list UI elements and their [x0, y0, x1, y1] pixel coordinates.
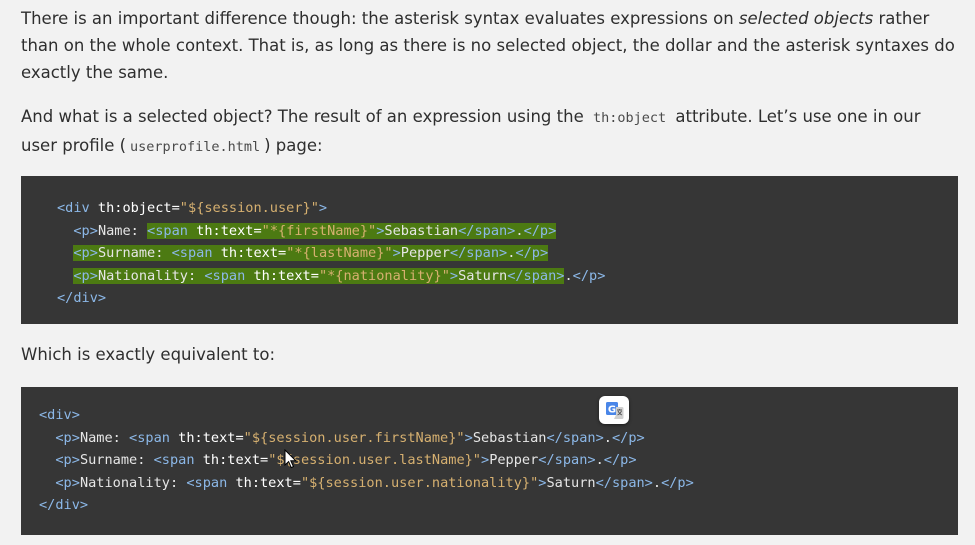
code-text: Nationality: [97, 267, 205, 284]
code-tag: </p> [603, 452, 637, 468]
inline-code-filename: userprofile.html [130, 139, 261, 155]
code-tag: <div> [39, 407, 80, 423]
code-text: Surname: [79, 452, 154, 468]
code-text: Saturn [458, 267, 508, 284]
paragraph-text: And what is a selected object? The resul… [21, 107, 589, 126]
translate-glyph: G [606, 402, 624, 419]
code-string: "${session.user}" [179, 200, 319, 216]
code-tag: <span [129, 429, 170, 446]
code-tag: <span [186, 474, 228, 491]
code-text: . [603, 429, 612, 446]
code-line: <p>Nationality: <span th:text="*{nationa… [57, 265, 958, 288]
code-line: <p>Surname: <span th:text="${session.use… [39, 449, 958, 472]
code-tag: </span> [546, 429, 604, 446]
code-line: <p>Name: <span th:text="*{firstName}">Se… [57, 220, 958, 243]
code-line: <div> [39, 404, 958, 427]
code-tag: <span [153, 452, 195, 468]
code-attribute: th:text= [187, 222, 262, 239]
code-text: Sebastian [472, 429, 547, 446]
paragraph-text: ) page: [264, 136, 323, 155]
code-attribute: th:text= [169, 429, 244, 446]
code-tag: </p> [515, 245, 549, 261]
code-tag: > [318, 200, 328, 216]
paragraph-asterisk-syntax: There is an important difference though:… [21, 5, 956, 86]
code-string: "*{nationality}" [318, 267, 450, 284]
code-text: . [652, 474, 662, 491]
code-tag: > [464, 429, 473, 446]
code-tag: </p> [572, 267, 606, 284]
paragraph-text: There is an important difference though:… [21, 9, 739, 28]
code-attribute: th:text= [227, 474, 301, 491]
code-tag: > [392, 245, 401, 261]
code-tag: <p> [55, 452, 80, 468]
code-tag: <p> [73, 267, 98, 284]
inline-code-th-object: th:object [592, 110, 667, 126]
selection-highlight: <p>Nationality: <span th:text="*{nationa… [73, 267, 565, 284]
code-text: Saturn [546, 474, 596, 491]
code-tag: </p> [523, 222, 557, 239]
code-line: <div th:object="${session.user}"> [57, 197, 958, 220]
code-tag: </span> [538, 452, 596, 468]
svg-text:G: G [608, 405, 616, 416]
code-string: "*{firstName}" [261, 222, 377, 239]
paragraph-equivalent: Which is exactly equivalent to: [21, 345, 276, 364]
code-attribute: th:text= [212, 245, 287, 261]
code-text: Name: [79, 429, 130, 446]
code-text: . [595, 452, 604, 468]
code-text: Name: [97, 222, 148, 239]
code-line: <p>Surname: <span th:text="*{lastName}">… [57, 242, 958, 265]
code-text: Sebastian [384, 222, 459, 239]
code-tag: <div [57, 200, 90, 216]
code-string: "${session.user.lastName}" [268, 452, 481, 468]
code-block-selection-syntax: <div th:object="${session.user}"> <p>Nam… [21, 176, 958, 324]
code-tag: <p> [73, 245, 98, 261]
code-text: Surname: [97, 245, 172, 261]
paragraph-selected-object: And what is a selected object? The resul… [21, 103, 956, 161]
selection-highlight: <span th:text="*{firstName}">Sebastian</… [147, 222, 557, 239]
code-string: "${session.user.firstName}" [243, 429, 465, 446]
code-text: Pepper [489, 452, 539, 468]
code-attribute: th:text= [245, 267, 319, 284]
code-tag: </span> [458, 222, 516, 239]
code-tag: </div> [39, 497, 89, 513]
code-line: <p>Name: <span th:text="${session.user.f… [39, 427, 958, 450]
code-attribute: th:object= [89, 200, 180, 216]
code-text: Pepper [400, 245, 450, 261]
code-tag: > [481, 452, 490, 468]
code-block-equivalent: <div> <p>Name: <span th:text="${session.… [21, 387, 958, 535]
code-tag: <span [171, 245, 213, 261]
code-tag: </span> [595, 474, 653, 491]
code-tag: <p> [73, 222, 98, 239]
selection-highlight: <p>Surname: <span th:text="*{lastName}">… [73, 245, 549, 261]
code-tag: </span> [507, 267, 565, 284]
code-line: </div> [57, 287, 958, 310]
mouse-pointer-icon [284, 449, 298, 469]
code-tag: <span [204, 267, 246, 284]
code-tag: </span> [449, 245, 508, 261]
code-text: . [515, 222, 524, 239]
code-text: . [564, 267, 573, 284]
code-tag: <p> [55, 429, 80, 446]
code-tag: <p> [55, 474, 80, 491]
code-line: <p>Nationality: <span th:text="${session… [39, 472, 958, 495]
code-text: Nationality: [79, 474, 187, 491]
code-tag: > [449, 267, 459, 284]
code-tag: </div> [57, 290, 107, 306]
code-string: "*{lastName}" [286, 245, 393, 261]
code-string: "${session.user.nationality}" [300, 474, 539, 491]
code-tag: <span [147, 222, 188, 239]
code-tag: </p> [661, 474, 694, 491]
google-translate-icon[interactable]: G [599, 396, 629, 424]
code-tag: </p> [611, 429, 645, 446]
emphasized-text: selected objects [738, 9, 874, 28]
code-line: </div> [39, 494, 958, 517]
code-attribute: th:text= [194, 452, 269, 468]
